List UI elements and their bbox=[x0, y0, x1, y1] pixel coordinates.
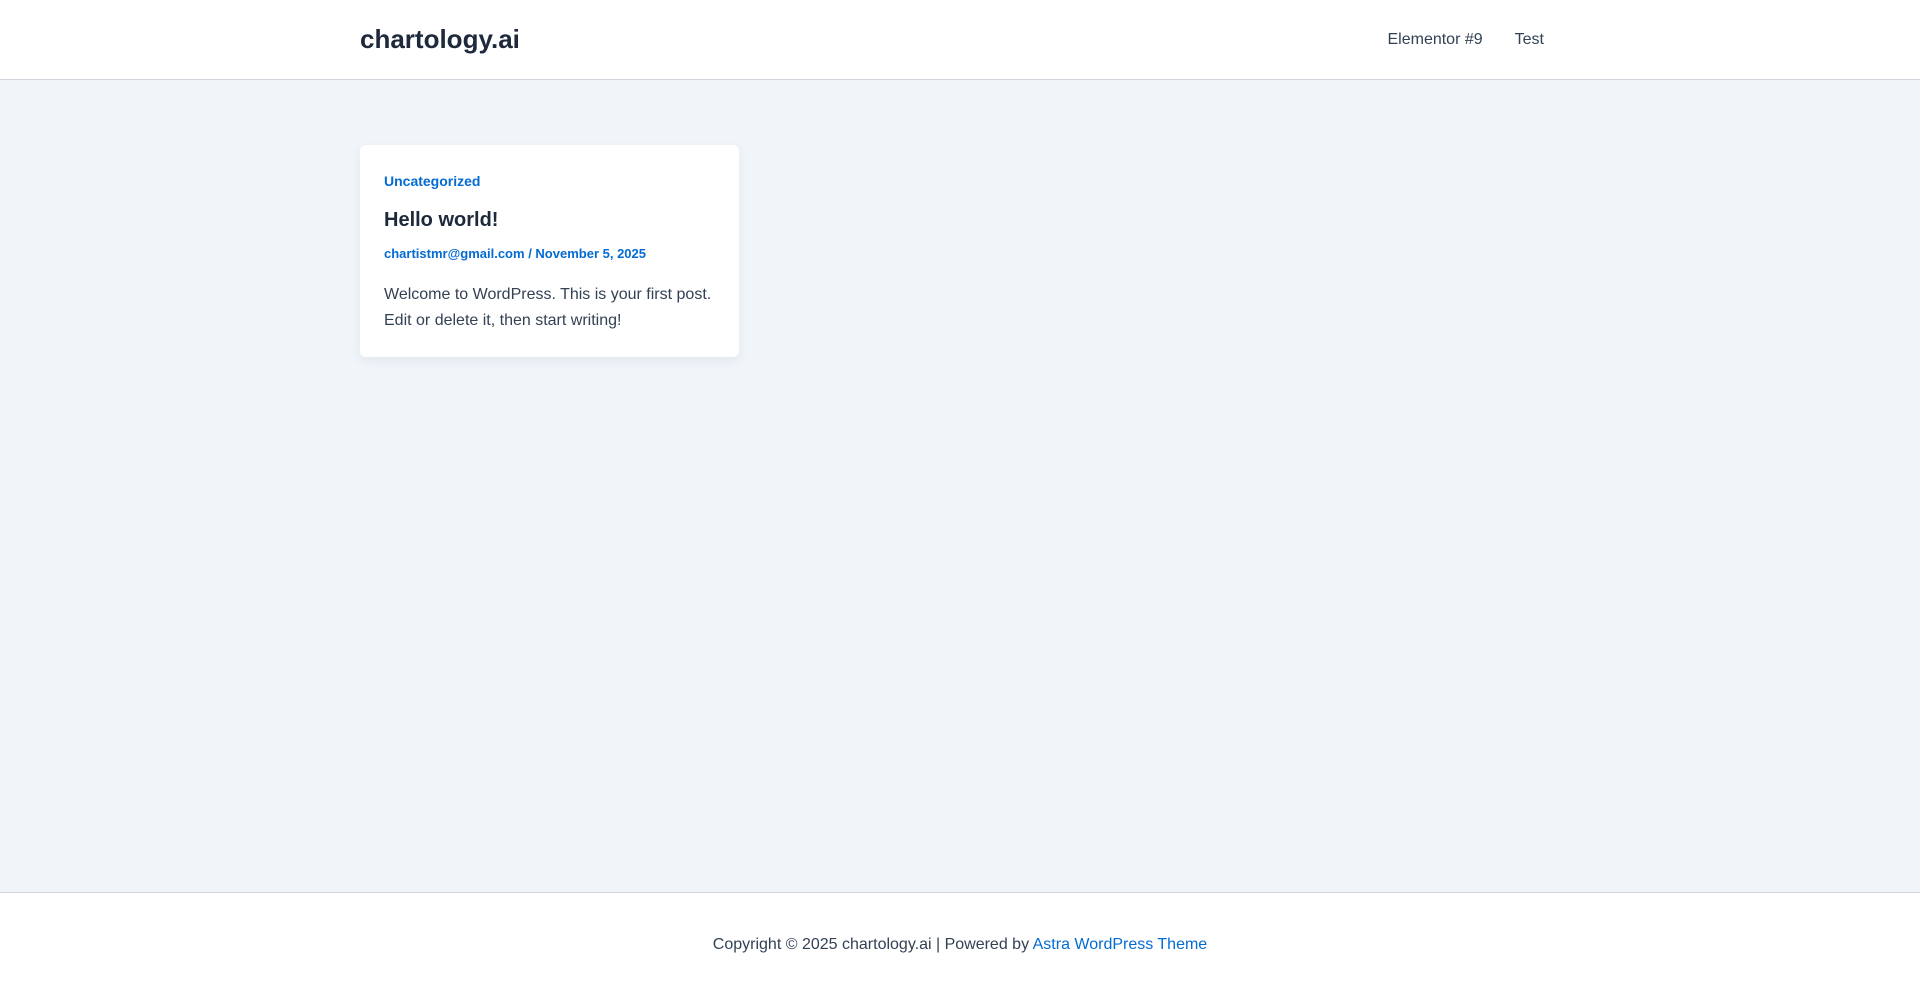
footer-theme-link[interactable]: Astra WordPress Theme bbox=[1033, 936, 1208, 953]
post-author-link[interactable]: chartistmr@gmail.com bbox=[384, 246, 525, 261]
post-meta: chartistmr@gmail.com / November 5, 2025 bbox=[384, 246, 715, 262]
main-navigation: Elementor #9 Test bbox=[1387, 30, 1544, 50]
footer-copyright: Copyright © 2025 chartology.ai | Powered… bbox=[0, 935, 1920, 955]
post-excerpt: Welcome to WordPress. This is your first… bbox=[384, 286, 712, 329]
site-header: chartology.ai Elementor #9 Test bbox=[0, 0, 1920, 80]
site-title-link[interactable]: chartology.ai bbox=[360, 24, 520, 54]
nav-item-test[interactable]: Test bbox=[1515, 30, 1544, 50]
nav-item-elementor-9[interactable]: Elementor #9 bbox=[1387, 30, 1482, 50]
footer-copyright-text: Copyright © 2025 chartology.ai | Powered… bbox=[712, 936, 1033, 953]
post-title: Hello world! bbox=[384, 208, 715, 232]
post-title-link[interactable]: Hello world! bbox=[384, 209, 498, 231]
site-footer: Copyright © 2025 chartology.ai | Powered… bbox=[0, 892, 1920, 993]
post-date-link[interactable]: November 5, 2025 bbox=[535, 246, 646, 261]
post-card: Uncategorized Hello world! chartistmr@gm… bbox=[360, 145, 739, 357]
post-category-link[interactable]: Uncategorized bbox=[384, 172, 715, 190]
